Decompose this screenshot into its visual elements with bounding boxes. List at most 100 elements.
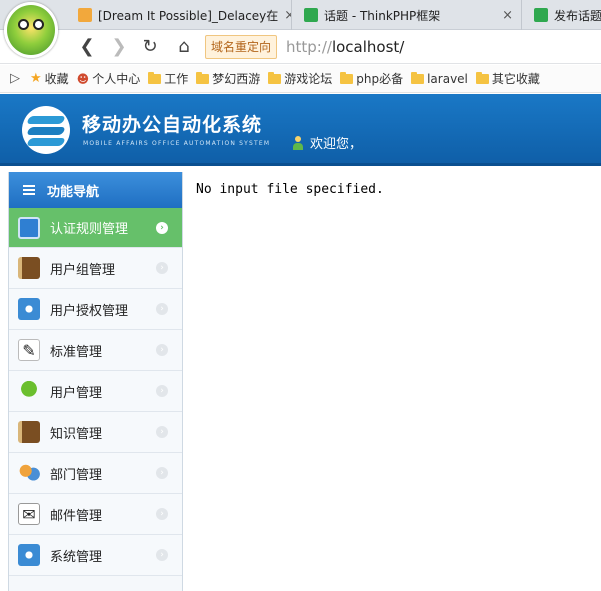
browser-tab-publish-topic[interactable]: 发布话题 [526, 0, 601, 30]
sidebar-item-user-authorization[interactable]: 用户授权管理 › [9, 289, 182, 330]
sidebar-item-label: 认证规则管理 [50, 222, 129, 237]
chevron-right-icon: › [156, 549, 168, 561]
sidebar-item-knowledge[interactable]: 知识管理 › [9, 412, 182, 453]
app-header: 移动办公自动化系统 MOBILE AFFAIRS OFFICE AUTOMATI… [0, 94, 601, 166]
logo-swoosh [26, 116, 66, 124]
folder-icon [340, 71, 354, 84]
chevron-right-icon: › [156, 262, 168, 274]
user-icon [292, 135, 304, 150]
gear-icon [18, 298, 40, 320]
domain-redirect-badge[interactable]: 域名重定向 [205, 35, 278, 59]
browser-avatar-icon[interactable] [4, 2, 58, 58]
bookmark-label: laravel [427, 71, 468, 86]
book-icon [18, 421, 40, 443]
gear-icon [18, 544, 40, 566]
tree-icon [18, 380, 40, 402]
home-icon[interactable]: ⌂ [173, 36, 195, 58]
bookmarks-bar: ▷ ★ 收藏 ☻ 个人中心 工作 梦幻西游 游戏论坛 php必备 laravel 其… [0, 65, 601, 93]
monitor-icon [18, 216, 40, 239]
bookmark-label: 游戏论坛 [284, 72, 333, 86]
sidebar-heading: 功能导航 [9, 172, 182, 208]
tab-title: 话题 - ThinkPHP框架 [324, 8, 441, 23]
bookmark-label: 梦幻西游 [212, 72, 261, 86]
bookmark-folder-php[interactable]: php必备 [340, 70, 403, 87]
sidebar-item-user-groups[interactable]: 用户组管理 › [9, 248, 182, 289]
sidebar-nav: 功能导航 认证规则管理 › 用户组管理 › 用户授权管理 › ✎ 标准管理 › … [8, 172, 183, 591]
chevron-right-icon: › [156, 344, 168, 356]
tab-close-icon[interactable]: × [496, 8, 513, 23]
bookmark-folder-work[interactable]: 工作 [148, 70, 188, 87]
forward-icon[interactable]: ❯ [108, 36, 130, 58]
main-content-message: No input file specified. [196, 182, 384, 197]
bookmark-folder-menghuan[interactable]: 梦幻西游 [196, 70, 260, 87]
logo-swoosh [26, 127, 66, 135]
sidebar-item-system[interactable]: 系统管理 › [9, 535, 182, 576]
bookmark-folder-other[interactable]: 其它收藏 [475, 70, 540, 87]
address-bar[interactable]: http://localhost/ [286, 36, 404, 58]
bookmark-label: 个人中心 [92, 72, 141, 86]
folder-icon [148, 71, 162, 84]
browser-tab-dream-it-possible[interactable]: [Dream It Possible]_Delacey在 × [70, 0, 292, 30]
sidebar-item-label: 系统管理 [50, 549, 103, 565]
logo-swoosh [26, 138, 66, 146]
sidebar-item-label: 标准管理 [50, 344, 103, 360]
sidebar-item-label: 知识管理 [50, 426, 103, 442]
sidebar-item-label: 用户授权管理 [50, 303, 129, 319]
avatar-eye [33, 18, 44, 30]
sidebar-heading-label: 功能导航 [47, 184, 100, 200]
chevron-right-icon: › [156, 426, 168, 438]
tab-title: [Dream It Possible]_Delacey在 [98, 8, 279, 23]
tab-title: 发布话题 [554, 8, 601, 23]
url-host: localhost/ [331, 38, 405, 56]
chevron-right-icon: › [156, 385, 168, 397]
bookmark-folder-game-forum[interactable]: 游戏论坛 [268, 70, 332, 87]
sidebar-item-auth-rules[interactable]: 认证规则管理 › [9, 208, 182, 248]
bookmark-personal-center[interactable]: ☻ 个人中心 [77, 70, 141, 87]
mail-icon: ✉ [18, 503, 40, 525]
sidebar-item-departments[interactable]: 部门管理 › [9, 453, 182, 494]
avatar-eye [18, 18, 29, 30]
chevron-right-icon: › [156, 221, 168, 234]
browser-tab-thinkphp-topic[interactable]: 话题 - ThinkPHP框架 × [296, 0, 522, 30]
tab-favicon-icon [534, 8, 548, 22]
sidebar-item-standards[interactable]: ✎ 标准管理 › [9, 330, 182, 371]
system-subtitle: MOBILE AFFAIRS OFFICE AUTOMATION SYSTEM [83, 140, 271, 147]
bookmark-favorites[interactable]: ★ 收藏 [30, 70, 69, 87]
reload-icon[interactable]: ↻ [139, 36, 161, 58]
chevron-right-icon: › [156, 467, 168, 479]
book-icon [18, 257, 40, 279]
browser-toolbar: ❮ ❯ ↻ ⌂ 域名重定向 http://localhost/ [0, 30, 601, 64]
folder-icon [268, 71, 282, 84]
welcome-text: 欢迎您， [310, 137, 363, 152]
sidebar-item-mail[interactable]: ✉ 邮件管理 › [9, 494, 182, 535]
back-icon[interactable]: ❮ [76, 36, 98, 58]
folder-icon [475, 71, 489, 84]
sidebar-item-label: 邮件管理 [50, 508, 103, 524]
china-mobile-logo-icon [22, 106, 70, 154]
sidebar-item-label: 用户组管理 [50, 262, 116, 278]
star-icon: ★ [30, 71, 42, 86]
bookmark-folder-laravel[interactable]: laravel [411, 71, 468, 86]
bookmark-label: 工作 [164, 72, 189, 86]
person-icon: ☻ [76, 71, 90, 86]
folder-icon [196, 71, 210, 84]
tab-favicon-icon [78, 8, 92, 22]
pencil-icon: ✎ [18, 339, 40, 361]
chevron-right-icon: › [156, 508, 168, 520]
bookmark-label: 其它收藏 [491, 72, 540, 86]
browser-tab-strip: [Dream It Possible]_Delacey在 × 话题 - Thin… [0, 0, 601, 30]
bookmark-label: 收藏 [44, 72, 69, 86]
bookmark-label: php必备 [356, 72, 404, 86]
people-icon [18, 462, 40, 484]
sidebar-item-label: 部门管理 [50, 467, 103, 483]
tab-close-icon[interactable]: × [278, 8, 291, 23]
system-title: 移动办公自动化系统 [82, 114, 263, 136]
sidebar-item-users[interactable]: 用户管理 › [9, 371, 182, 412]
list-icon [23, 185, 35, 195]
folder-icon [411, 71, 425, 84]
tab-favicon-icon [304, 8, 318, 22]
url-scheme: http:// [286, 38, 332, 56]
chevron-right-icon: › [156, 303, 168, 315]
sidebar-item-label: 用户管理 [50, 385, 103, 401]
bookmarks-toggle-icon[interactable]: ▷ [10, 71, 20, 86]
